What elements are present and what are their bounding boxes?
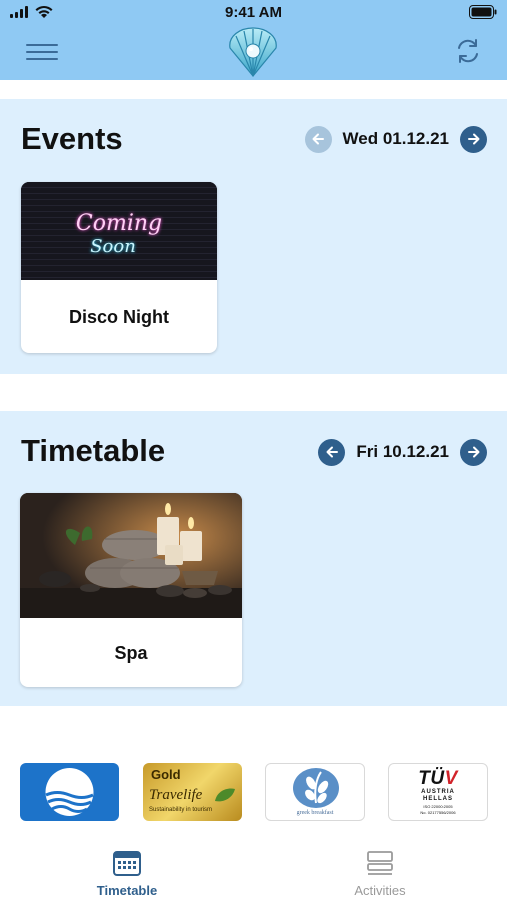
tuv-line-1: AUSTRIA: [421, 789, 455, 795]
events-date: Wed 01.12.21: [342, 129, 449, 148]
events-next-date-button[interactable]: [460, 125, 487, 153]
event-card-disco-night[interactable]: Coming Coming Soon Soon Disco Night: [21, 182, 217, 353]
menu-button[interactable]: [22, 38, 62, 66]
travelife-name: Travelife: [149, 787, 203, 803]
neon-sign-image: Coming Coming Soon Soon: [21, 182, 217, 280]
battery-icon: [469, 5, 497, 19]
events-title: Events: [21, 121, 123, 156]
travelife-gold-badge[interactable]: Gold Travelife Sustainability in tourism: [143, 763, 242, 821]
timetable-next-date-button[interactable]: [460, 438, 487, 466]
tuv-line-3: ISO 22000:2005: [423, 804, 453, 809]
timetable-section: Timetable Fri 10.12.21 Spa: [0, 411, 507, 706]
blue-flag-logo-icon: [45, 768, 94, 816]
seashell-logo-icon: [229, 27, 277, 77]
calendar-icon: [113, 851, 141, 876]
spa-towels-candles-image: [20, 493, 242, 618]
tuv-line-4: No. 02177556/2006: [420, 810, 456, 815]
event-card-label: Disco Night: [68, 307, 169, 327]
bottom-tab-bar: Timetable Activities: [0, 840, 507, 900]
tuv-logo: TÜV: [418, 768, 458, 789]
tab-timetable-label: Timetable: [96, 883, 158, 898]
timetable-date: Fri 10.12.21: [356, 442, 449, 461]
spa-card-image: [20, 493, 242, 618]
leaf-icon: [215, 788, 235, 802]
events-section: Events Wed 01.12.21 Coming Coming Soon S…: [0, 99, 507, 374]
tab-timetable[interactable]: Timetable: [57, 840, 197, 900]
olive-branch-logo-icon: [293, 768, 339, 808]
timetable-prev-date-button[interactable]: [318, 438, 346, 466]
svg-text:Soon: Soon: [90, 236, 136, 257]
hamburger-icon: [26, 44, 58, 46]
refresh-button[interactable]: [453, 36, 483, 66]
tuv-austria-hellas-badge[interactable]: TÜV AUSTRIA HELLAS ISO 22000:2005 No. 02…: [388, 763, 488, 821]
status-time: 9:41 AM: [225, 4, 282, 21]
svg-text:Coming: Coming: [76, 211, 162, 236]
travelife-tier: Gold: [151, 767, 181, 782]
tab-activities-label: Activities: [354, 883, 406, 898]
arrow-left-icon: [326, 446, 338, 458]
blue-flag-badge[interactable]: [20, 763, 119, 821]
timetable-card-spa[interactable]: Spa: [20, 493, 242, 687]
greek-breakfast-caption: greek breakfast: [296, 810, 334, 816]
greek-breakfast-badge[interactable]: greek breakfast: [265, 763, 365, 821]
activities-list-icon: [367, 851, 393, 875]
tuv-line-2: HELLAS: [423, 796, 453, 802]
arrow-right-icon: [467, 133, 479, 145]
event-card-image: Coming Coming Soon Soon: [21, 182, 217, 280]
timetable-date-nav: Fri 10.12.21: [318, 438, 487, 466]
tab-activities[interactable]: Activities: [310, 840, 450, 900]
timetable-card-label: Spa: [114, 643, 148, 663]
events-prev-date-button[interactable]: [304, 125, 332, 153]
timetable-title: Timetable: [21, 433, 166, 468]
events-date-nav: Wed 01.12.21: [304, 125, 487, 153]
arrow-right-icon: [467, 446, 479, 458]
top-bar: 9:41 AM: [0, 0, 507, 80]
arrow-left-icon: [312, 133, 325, 145]
travelife-tagline: Sustainability in tourism: [149, 807, 213, 813]
